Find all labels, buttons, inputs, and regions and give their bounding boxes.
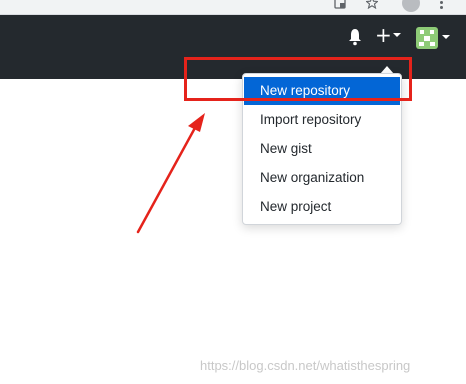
menu-item-new-organization[interactable]: New organization	[244, 164, 400, 192]
translate-icon[interactable]	[334, 0, 346, 9]
highlight-box	[184, 57, 412, 101]
bell-icon[interactable]	[348, 28, 362, 46]
menu-item-new-gist[interactable]: New gist	[244, 135, 400, 163]
plus-icon: +	[375, 23, 392, 47]
chevron-down-icon[interactable]	[442, 35, 450, 39]
browser-toolbar	[0, 0, 466, 15]
menu-item-import-repository[interactable]: Import repository	[244, 106, 400, 134]
star-icon[interactable]	[366, 0, 378, 9]
watermark-text: https://blog.csdn.net/whatisthespring	[200, 358, 411, 373]
chevron-down-icon	[393, 33, 401, 37]
menu-item-new-project[interactable]: New project	[244, 193, 400, 221]
create-new-button[interactable]: +	[375, 25, 401, 45]
browser-profile-avatar[interactable]	[402, 0, 420, 12]
kebab-menu-icon[interactable]	[440, 0, 444, 12]
identicon-avatar[interactable]	[416, 27, 438, 49]
